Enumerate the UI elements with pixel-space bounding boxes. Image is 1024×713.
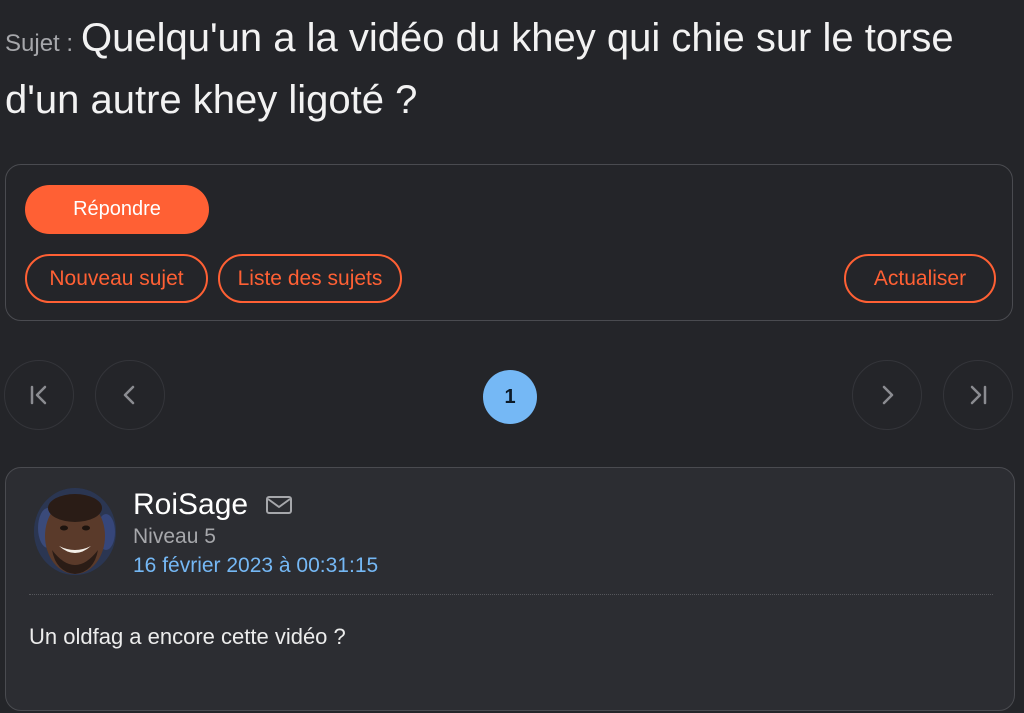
first-page-button[interactable] <box>4 360 74 430</box>
pagination: 1 <box>0 358 1024 432</box>
last-page-icon <box>970 385 987 405</box>
next-page-button[interactable] <box>852 360 922 430</box>
topic-title: Sujet : Quelqu'un a la vidéo du khey qui … <box>5 10 1015 128</box>
first-page-icon <box>30 385 47 405</box>
topic-list-button[interactable]: Liste des sujets <box>218 254 402 303</box>
new-topic-button[interactable]: Nouveau sujet <box>25 254 208 303</box>
reply-button[interactable]: Répondre <box>25 185 209 234</box>
post-divider <box>29 594 993 595</box>
topic-title-text: Quelqu'un a la vidéo du khey qui chie su… <box>5 16 954 122</box>
topic-page: Sujet : Quelqu'un a la vidéo du khey qui … <box>0 0 1024 713</box>
topic-actions-panel: Répondre Nouveau sujet Liste des sujets … <box>5 164 1013 321</box>
avatar-image <box>34 488 116 575</box>
topic-prefix: Sujet : <box>5 30 74 57</box>
mail-icon[interactable] <box>265 494 293 516</box>
previous-page-button[interactable] <box>95 360 165 430</box>
current-page-indicator[interactable]: 1 <box>483 370 537 424</box>
forum-post: RoiSage Niveau 5 16 février 2023 à 00:31… <box>5 467 1015 711</box>
post-date-link[interactable]: 16 février 2023 à 00:31:15 <box>133 552 378 580</box>
author-level: Niveau 5 <box>133 525 216 548</box>
refresh-button[interactable]: Actualiser <box>844 254 996 303</box>
avatar[interactable] <box>34 488 116 575</box>
post-message: Un oldfag a encore cette vidéo ? <box>29 624 346 649</box>
last-page-button[interactable] <box>943 360 1013 430</box>
previous-page-icon <box>123 385 135 405</box>
next-page-icon <box>882 385 894 405</box>
post-author[interactable]: RoiSage <box>133 485 248 525</box>
